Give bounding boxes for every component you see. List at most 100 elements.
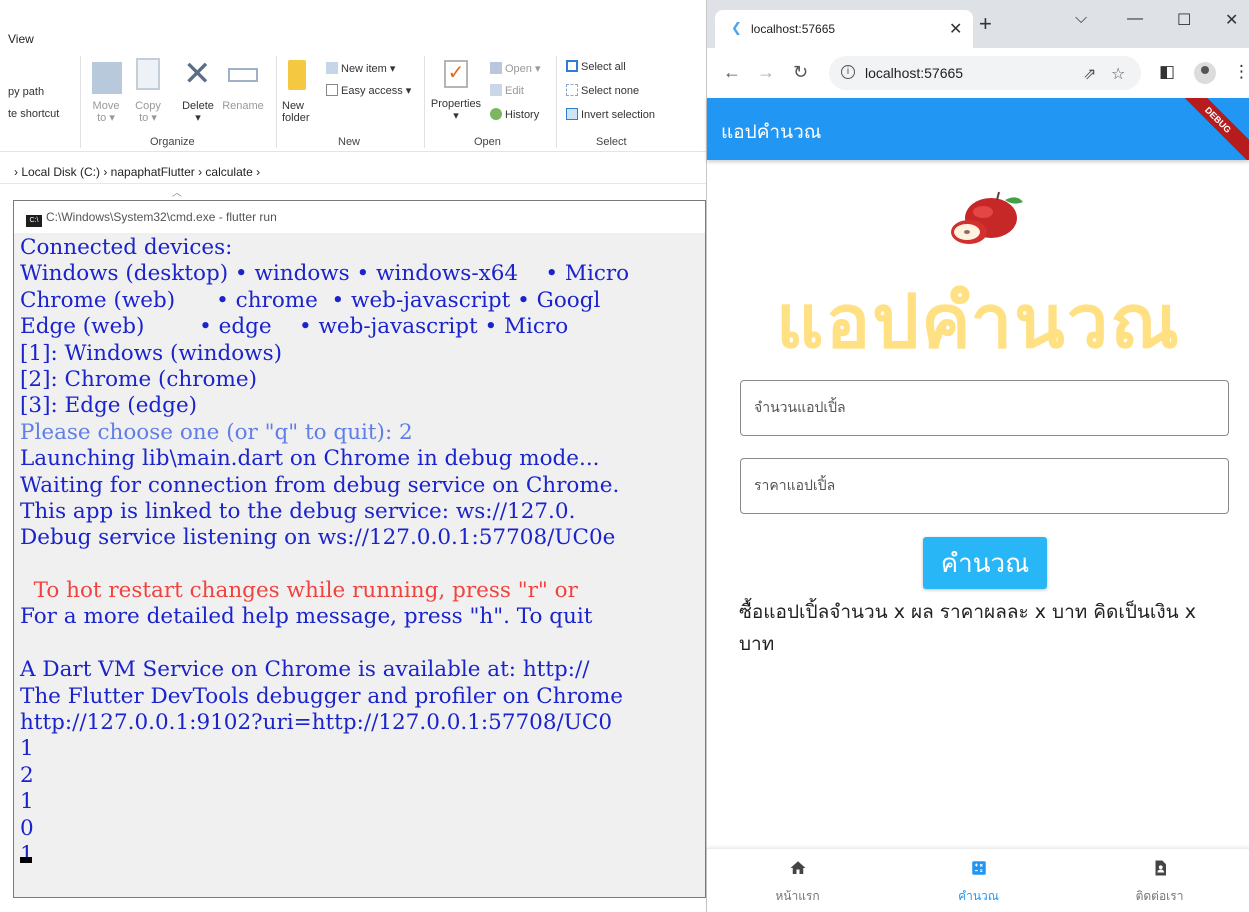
url-text[interactable]: localhost:57665 (865, 65, 963, 81)
edit-label: Edit (505, 85, 524, 97)
close-window-icon[interactable]: ✕ (1225, 10, 1238, 30)
invert-selection-icon (566, 108, 578, 120)
cmd-line: [3]: Edge (edge) (20, 393, 198, 419)
more-menu-icon[interactable]: ⋮ (1233, 62, 1249, 82)
minimize-icon[interactable]: — (1127, 10, 1143, 28)
invert-selection-button[interactable]: Invert selection (566, 108, 655, 121)
profile-avatar[interactable] (1194, 62, 1216, 84)
address-bar[interactable]: i localhost:57665 ⇗ ☆ (829, 56, 1141, 90)
nav-label-contact: ติดต่อเรา (1135, 889, 1184, 903)
browser-tab[interactable]: ❮ localhost:57665 ✕ (715, 10, 973, 48)
reload-icon[interactable]: ↻ (793, 62, 808, 82)
apple-count-input[interactable] (740, 380, 1229, 436)
cmd-line: [2]: Chrome (chrome) (20, 366, 257, 392)
move-to-button[interactable]: Move to ▾ (88, 100, 124, 124)
chrome-window: ❮ localhost:57665 ✕ + ⌵ — ☐ ✕ ← → ↻ i lo… (706, 0, 1249, 912)
nav-label-calculate: คำนวณ (958, 889, 999, 903)
new-item-label: New item ▾ (341, 63, 396, 75)
cmd-line: Launching lib\main.dart on Chrome in deb… (20, 446, 600, 472)
page-title: แอปคำนวณ (776, 279, 1181, 365)
ribbon-tab-view[interactable]: View (8, 32, 34, 46)
edit-button[interactable]: Edit (490, 84, 524, 97)
select-all-button[interactable]: Select all (566, 60, 626, 73)
easy-access-button[interactable]: Easy access ▾ (326, 84, 411, 97)
open-icon (490, 62, 502, 74)
file-explorer-window: View py path te shortcut Move to ▾ Copy … (0, 0, 706, 200)
maximize-icon[interactable]: ☐ (1177, 10, 1191, 30)
copy-path-button[interactable]: py path (8, 86, 44, 98)
cmd-line: 1 (20, 841, 34, 867)
organize-group-label: Organize (150, 136, 195, 148)
cmd-title-bar[interactable]: C:\ C:\Windows\System32\cmd.exe - flutter… (14, 201, 705, 233)
new-item-button[interactable]: New item ▾ (326, 62, 395, 75)
share-icon[interactable]: ⇗ (1083, 64, 1096, 84)
cmd-line: For a more detailed help message, press … (20, 604, 593, 630)
cmd-window[interactable]: C:\ C:\Windows\System32\cmd.exe - flutter… (13, 200, 706, 898)
nav-item-contact[interactable]: ติดต่อเรา (1069, 849, 1249, 912)
apple-price-input[interactable] (740, 458, 1229, 514)
cmd-line (20, 552, 705, 578)
back-icon[interactable]: ← (723, 62, 741, 82)
flutter-favicon-icon: ❮ (731, 20, 742, 35)
open-label: Open ▾ (505, 63, 541, 75)
breadcrumb[interactable]: › Local Disk (C:) › napaphatFlutter › ca… (0, 160, 706, 184)
new-tab-icon[interactable]: + (979, 13, 992, 35)
cmd-line: [1]: Windows (windows) (20, 340, 282, 366)
cmd-line: The Flutter DevTools debugger and profil… (20, 683, 623, 709)
nav-item-calculate[interactable]: คำนวณ (888, 849, 1069, 912)
cmd-line: 1 (20, 789, 34, 815)
history-button[interactable]: History (490, 108, 539, 121)
new-folder-icon (288, 60, 306, 90)
ribbon-divider (80, 56, 81, 148)
result-text: ซื้อแอปเปิ้ลจำนวน x ผล ราคาผลละ x บาท คิ… (739, 601, 1196, 655)
copy-to-button[interactable]: Copy to ▾ (130, 100, 166, 124)
ribbon-divider (276, 56, 277, 148)
calculate-button[interactable]: คำนวณ (923, 537, 1047, 589)
history-icon (490, 108, 502, 120)
cmd-line: Debug service listening on ws://127.0.0.… (20, 525, 616, 551)
cmd-line (20, 631, 705, 657)
nav-item-home[interactable]: หน้าแรก (707, 849, 888, 912)
address-toolbar: ← → ↻ i localhost:57665 ⇗ ☆ ◧ ⋮ (707, 48, 1249, 98)
ribbon-divider (424, 56, 425, 148)
apple-image (951, 191, 1023, 244)
explorer-left-strip (0, 200, 13, 912)
properties-icon: ✓ (444, 60, 468, 88)
cmd-line: Windows (desktop) • windows • windows-x6… (20, 261, 630, 287)
select-none-button[interactable]: Select none (566, 84, 639, 97)
bookmark-star-icon[interactable]: ☆ (1111, 64, 1125, 84)
forward-icon[interactable]: → (757, 62, 775, 82)
tab-search-icon[interactable]: ⌵ (1075, 10, 1087, 28)
cmd-line: 1 (20, 736, 34, 762)
nav-label-home: หน้าแรก (775, 889, 820, 903)
cmd-line: Connected devices: (20, 235, 233, 260)
cmd-icon: C:\ (26, 215, 42, 227)
open-button[interactable]: Open ▾ (490, 62, 541, 75)
cmd-line: This app is linked to the debug service:… (20, 498, 576, 524)
paste-shortcut-button[interactable]: te shortcut (8, 108, 59, 120)
rename-icon (228, 68, 258, 82)
calculator-icon (888, 859, 1069, 881)
new-folder-button[interactable]: New folder (282, 100, 318, 124)
delete-icon: ✕ (183, 55, 212, 93)
app-bar-title: แอปคำนวณ (721, 122, 822, 143)
select-none-label: Select none (581, 85, 640, 97)
rename-button[interactable]: Rename (220, 100, 266, 112)
history-label: History (505, 109, 540, 121)
properties-button[interactable]: Properties ▾ (428, 98, 484, 122)
cmd-line: Please choose one (or "q" to quit): 2 (20, 419, 413, 445)
side-panel-icon[interactable]: ◧ (1159, 62, 1175, 82)
ribbon-toolbar: py path te shortcut Move to ▾ Copy to ▾ … (0, 52, 706, 152)
select-all-icon (566, 60, 578, 72)
home-icon (707, 859, 888, 881)
tab-close-icon[interactable]: ✕ (949, 19, 962, 39)
cmd-cursor (20, 857, 32, 863)
new-item-icon (326, 62, 338, 74)
sort-caret-icon: ︿ (172, 188, 182, 199)
delete-button[interactable]: Delete ▾ (178, 100, 218, 124)
cmd-output[interactable]: Connected devices: Windows (desktop) • wi… (14, 233, 705, 897)
site-info-icon[interactable]: i (841, 65, 855, 79)
cmd-line: A Dart VM Service on Chrome is available… (20, 657, 590, 683)
bottom-navigation-bar: หน้าแรก คำนวณ ติดต่อเรา (707, 848, 1249, 912)
move-to-icon (92, 62, 122, 94)
